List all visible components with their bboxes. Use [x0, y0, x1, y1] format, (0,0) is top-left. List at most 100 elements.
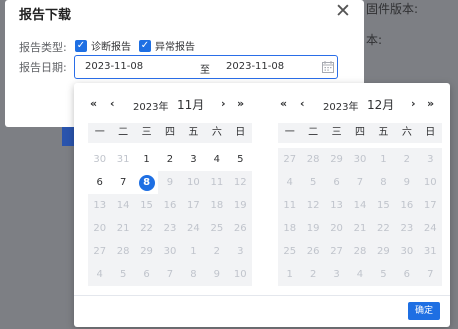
day-cell: 10 [418, 171, 442, 194]
day-grid-right: 27 28 29 30 1 2 3 4 5 6 7 8 9 10 11 12 13 14 15 16 17 18 19 20 2… [278, 148, 442, 286]
day-cell[interactable]: 1 [135, 148, 158, 171]
day-cell[interactable]: 4 [205, 148, 228, 171]
checkbox-abnormal-label: 异常报告 [155, 42, 195, 53]
weekday-label: 一 [94, 127, 105, 138]
day-number: 16 [400, 200, 414, 211]
calendar-month-right[interactable]: 12月 [367, 96, 394, 113]
day-cell: 1 [278, 263, 302, 286]
day-cell[interactable]: 30 [88, 148, 111, 171]
prev-year-icon[interactable]: « [90, 97, 97, 110]
day-number: 23 [163, 223, 177, 234]
day-cell: 25 [205, 217, 229, 240]
weekday-label: 二 [308, 127, 319, 138]
day-cell: 13 [88, 194, 112, 217]
calendar-year-left[interactable]: 2023年 [133, 98, 168, 113]
day-cell: 27 [278, 148, 302, 171]
day-cell-selected[interactable]: 8 [135, 171, 158, 194]
day-cell: 26 [228, 217, 252, 240]
day-number: 5 [380, 269, 387, 280]
day-number: 31 [423, 246, 437, 257]
day-cell: 9 [395, 171, 419, 194]
day-cell: 2 [395, 148, 419, 171]
day-cell[interactable]: 3 [182, 148, 205, 171]
day-cell: 15 [371, 194, 396, 217]
day-number: 2 [309, 269, 317, 280]
prev-month-icon[interactable]: ‹ [300, 97, 305, 110]
day-number: 25 [283, 246, 297, 257]
day-number: 2 [166, 154, 174, 165]
day-cell: 3 [418, 148, 442, 171]
day-number: 2 [213, 246, 221, 257]
day-number: 13 [93, 200, 107, 211]
day-cell: 21 [348, 217, 372, 240]
day-cell[interactable]: 5 [229, 148, 252, 171]
day-cell: 22 [134, 217, 159, 240]
day-cell: 8 [181, 263, 206, 286]
confirm-button[interactable]: 确定 [408, 302, 440, 320]
day-number: 27 [283, 154, 297, 165]
day-number: 12 [233, 177, 247, 188]
day-cell: 5 [371, 263, 396, 286]
weekday-label: 五 [378, 127, 389, 138]
day-number: 30 [163, 246, 177, 257]
day-cell: 5 [111, 263, 135, 286]
day-number: 4 [213, 154, 221, 165]
day-cell[interactable]: 2 [158, 148, 181, 171]
day-number: 23 [400, 223, 414, 234]
weekday-label: 五 [188, 127, 199, 138]
day-cell: 31 [418, 240, 442, 263]
date-range-input[interactable]: 2023-11-08 至 2023-11-08 [74, 55, 338, 79]
weekday-label: 三 [141, 127, 152, 138]
next-year-icon[interactable]: » [427, 97, 434, 110]
day-number: 17 [187, 200, 200, 211]
day-number: 4 [96, 269, 103, 280]
next-month-icon[interactable]: › [221, 97, 226, 110]
day-number: 3 [427, 154, 434, 165]
checkbox-diagnosis-report[interactable]: ✓ 诊断报告 [75, 38, 131, 53]
day-cell[interactable]: 7 [111, 171, 134, 194]
start-date-input[interactable]: 2023-11-08 [85, 61, 143, 72]
day-cell: 7 [158, 263, 182, 286]
day-number: 10 [423, 177, 437, 188]
day-number: 4 [286, 177, 293, 188]
day-number: 27 [93, 246, 107, 257]
day-grid-left: 30 31 1 2 3 4 5 6 7 8 9 10 11 12 13 14 15 16 17 18 19 20 21 22 2… [88, 148, 252, 286]
day-number: 8 [138, 175, 155, 191]
day-cell: 9 [205, 263, 229, 286]
checkbox-checked-icon[interactable]: ✓ [75, 39, 87, 52]
day-cell[interactable]: 6 [88, 171, 111, 194]
day-number: 5 [237, 154, 244, 165]
day-number: 8 [190, 269, 197, 280]
day-number: 14 [116, 200, 130, 211]
day-number: 3 [333, 269, 340, 280]
day-cell: 6 [324, 171, 349, 194]
next-month-icon[interactable]: › [411, 97, 416, 110]
day-cell: 8 [371, 171, 396, 194]
day-cell: 27 [88, 240, 112, 263]
next-year-icon[interactable]: » [237, 97, 244, 110]
day-cell[interactable]: 31 [111, 148, 134, 171]
day-number: 2 [403, 154, 411, 165]
day-number: 1 [190, 246, 197, 257]
prev-month-icon[interactable]: ‹ [110, 97, 115, 110]
checkbox-checked-icon[interactable]: ✓ [139, 39, 151, 52]
day-cell: 23 [158, 217, 182, 240]
day-cell: 1 [181, 240, 206, 263]
calendar-month-left[interactable]: 11月 [177, 96, 204, 113]
day-number: 12 [306, 200, 320, 211]
day-cell: 13 [324, 194, 349, 217]
weekday-label: 二 [118, 127, 129, 138]
day-cell: 16 [158, 194, 182, 217]
calendar-year-right[interactable]: 2023年 [323, 98, 358, 113]
day-cell: 24 [181, 217, 206, 240]
day-number: 15 [377, 200, 390, 211]
prev-year-icon[interactable]: « [280, 97, 287, 110]
day-number: 31 [116, 154, 130, 165]
day-cell: 30 [348, 148, 372, 171]
checkbox-abnormal-report[interactable]: ✓ 异常报告 [139, 38, 195, 53]
day-number: 26 [306, 246, 320, 257]
calendar-icon[interactable] [322, 61, 334, 73]
close-icon[interactable]: ✕ [335, 1, 351, 21]
end-date-input[interactable]: 2023-11-08 [226, 61, 284, 72]
date-range-separator: 至 [200, 65, 210, 76]
